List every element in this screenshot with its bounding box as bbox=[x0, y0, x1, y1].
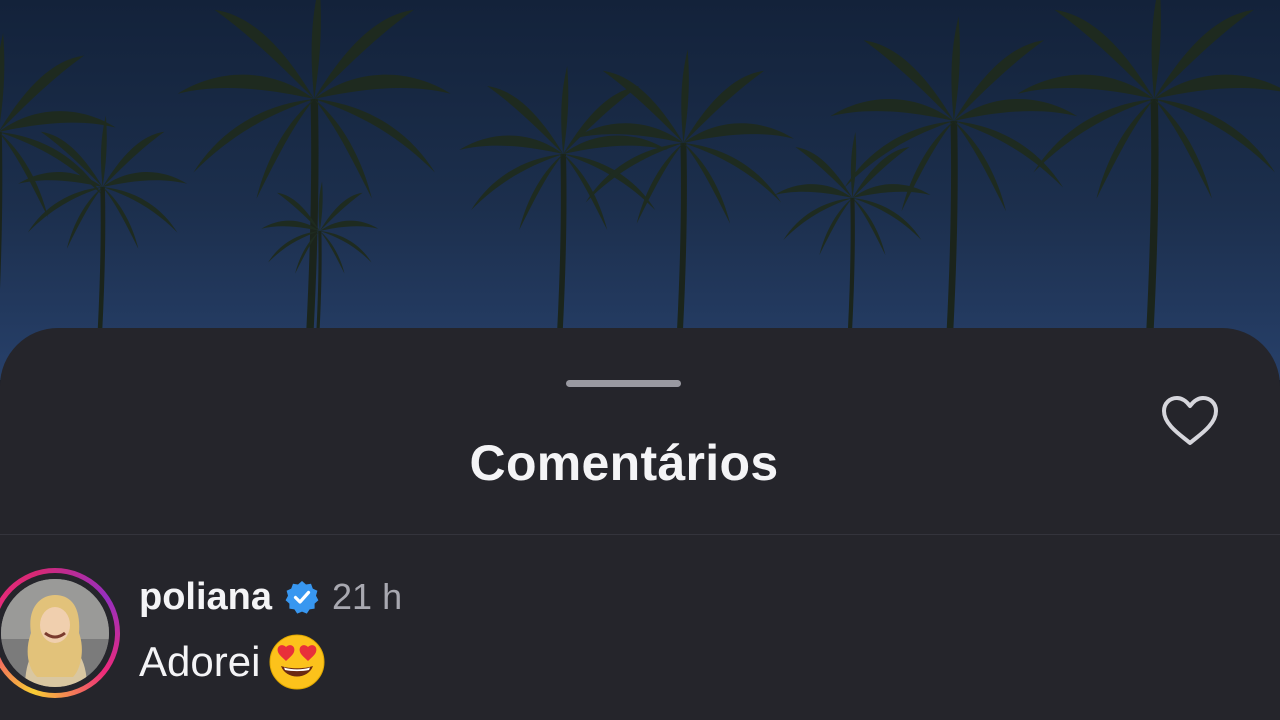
sheet-grabber-handle[interactable] bbox=[566, 380, 681, 387]
comment-username[interactable]: poliana bbox=[139, 576, 272, 619]
comments-sheet: Comentários poliana 21 h Adorei bbox=[0, 328, 1280, 720]
avatar bbox=[1, 579, 109, 687]
sheet-title: Comentários bbox=[469, 435, 779, 491]
like-comment-button[interactable] bbox=[1160, 394, 1220, 448]
heart-eyes-emoji-icon bbox=[268, 633, 326, 691]
palm-trees-image bbox=[0, 0, 1280, 380]
heart-outline-icon bbox=[1162, 396, 1218, 445]
screen: Comentários poliana 21 h Adorei bbox=[0, 0, 1280, 720]
comment-item: poliana 21 h Adorei bbox=[0, 568, 1280, 708]
comment-body: Adorei bbox=[139, 632, 326, 692]
divider bbox=[0, 534, 1280, 535]
comment-text: Adorei bbox=[139, 638, 261, 685]
verified-badge-icon bbox=[285, 580, 319, 614]
background-photo bbox=[0, 0, 1280, 380]
avatar-story-ring[interactable] bbox=[0, 568, 120, 698]
avatar-photo bbox=[1, 579, 109, 687]
comment-timestamp: 21 h bbox=[332, 576, 403, 617]
comment-header: poliana 21 h bbox=[139, 572, 402, 622]
